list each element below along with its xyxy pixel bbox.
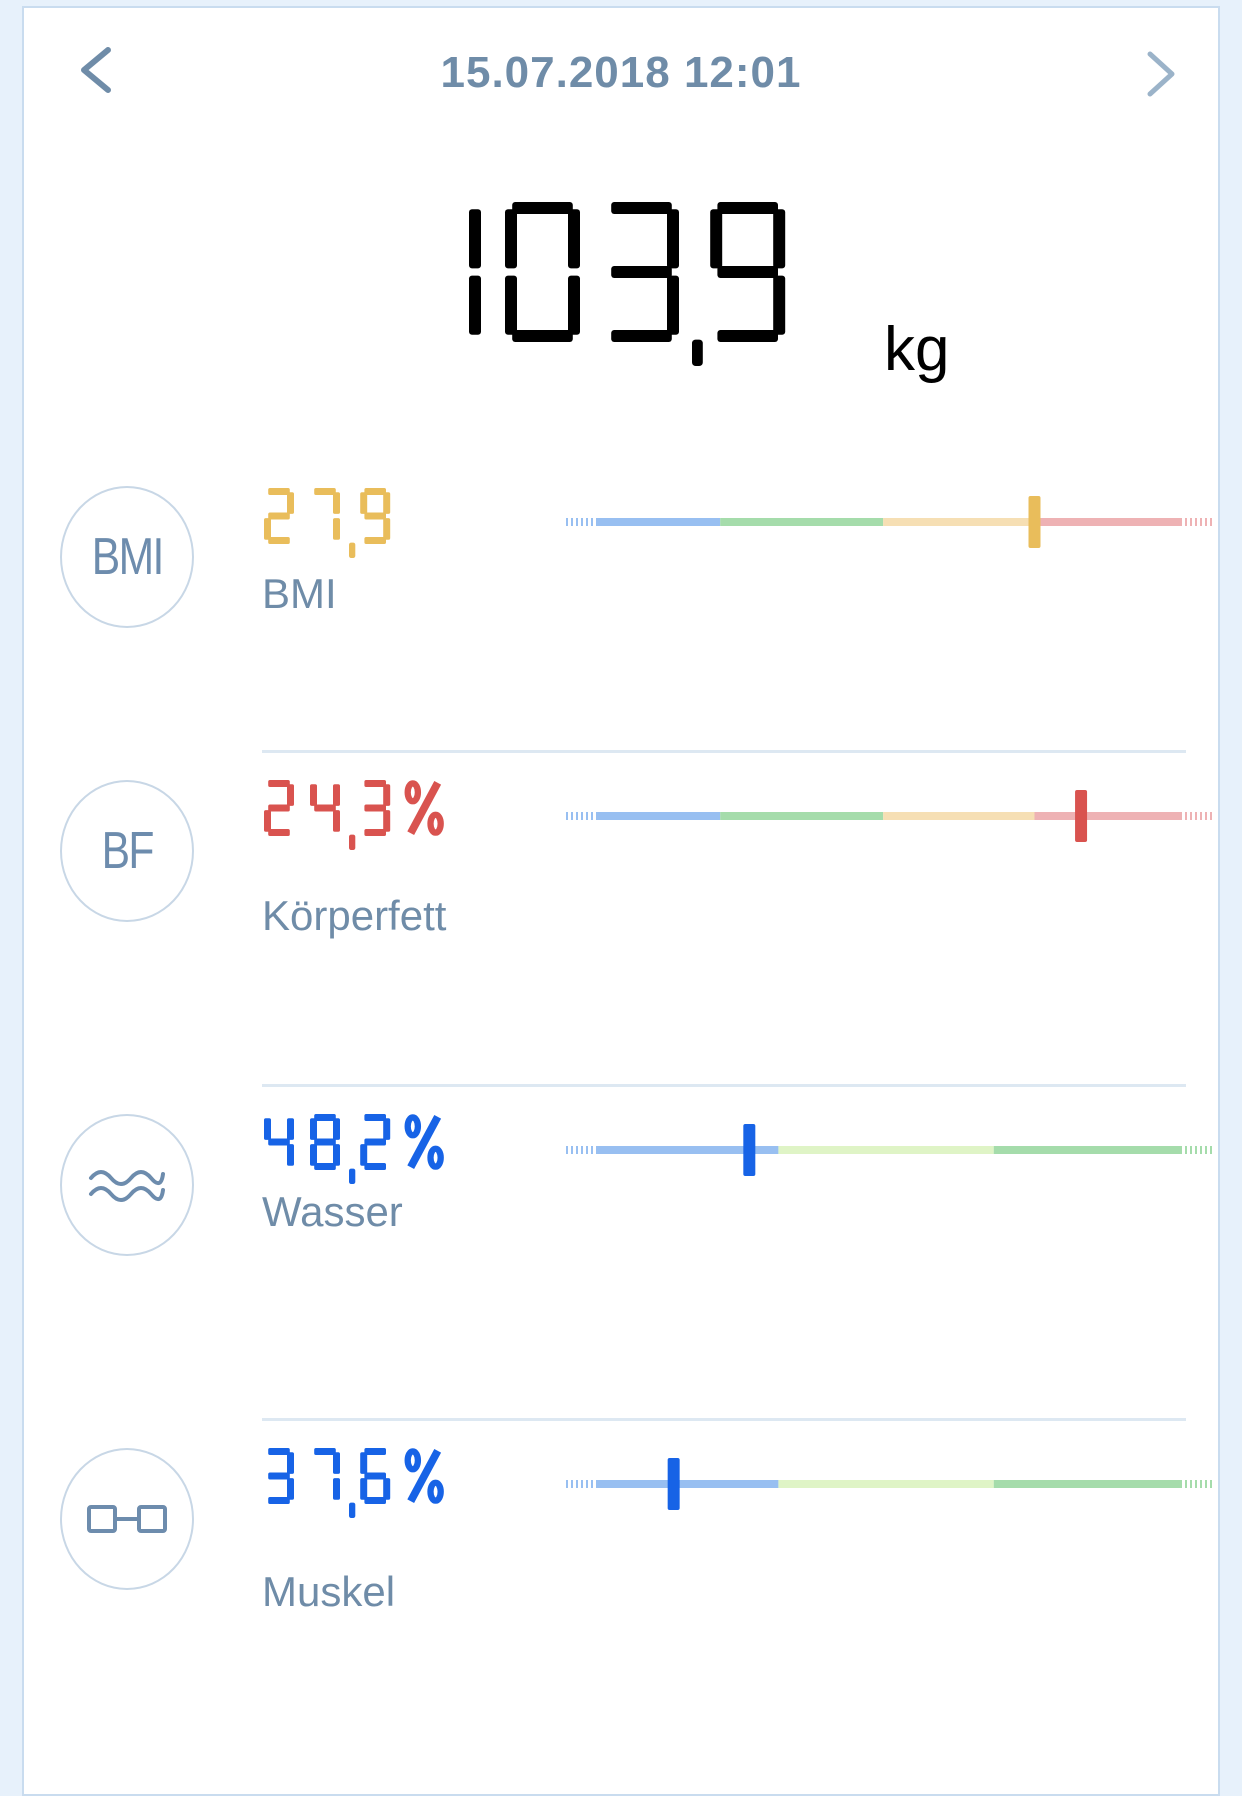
range-segment: [993, 1146, 1180, 1154]
digit: [310, 784, 340, 832]
digit: [310, 1114, 340, 1170]
bodyfat-icon-text: BF: [101, 822, 154, 880]
bodyfat-range-bar: [566, 790, 1212, 842]
range-segment: [883, 812, 1035, 820]
metric-row-muscle[interactable]: Muskel: [24, 1440, 1218, 1740]
digit: [710, 202, 786, 342]
percent-sign: [404, 780, 444, 836]
weight-unit: kg: [884, 315, 950, 384]
bmi-range-bar: [566, 496, 1212, 548]
water-range-bar: [566, 1124, 1212, 1176]
digit: [364, 780, 391, 836]
range-segment: [993, 1480, 1180, 1488]
measurement-card: 15.07.2018 12:01 kg BMI BMI BF Körperfet…: [22, 6, 1220, 1796]
bmi-icon-text: BMI: [91, 528, 165, 586]
range-marker: [1075, 790, 1088, 842]
muscle-label: Muskel: [262, 1568, 396, 1615]
chevron-right-icon: [1147, 51, 1175, 97]
water-wave-icon: [89, 1170, 165, 1202]
decimal-comma: [692, 339, 703, 366]
range-segment: [778, 1480, 994, 1488]
digit: [360, 1114, 391, 1170]
range-segment: [720, 518, 884, 526]
digit: [264, 1118, 294, 1166]
percent-sign: [404, 1114, 444, 1170]
range-segment: [720, 812, 884, 820]
digit: [469, 209, 481, 335]
metric-row-bodyfat[interactable]: BF Körperfett: [24, 772, 1218, 1072]
range-segment: [1034, 812, 1180, 820]
bmi-icon: BMI: [60, 486, 194, 628]
percent-sign: [404, 1448, 444, 1504]
decimal-comma: [349, 1502, 356, 1518]
water-value: [264, 1114, 444, 1184]
measurement-datetime: 15.07.2018 12:01: [440, 48, 802, 97]
digit: [611, 202, 679, 342]
digit: [314, 1448, 340, 1500]
metric-row-water[interactable]: Wasser: [24, 1106, 1218, 1406]
bodyfat-value: [264, 780, 444, 850]
divider: [262, 750, 1186, 753]
divider: [262, 1084, 1186, 1087]
digit: [268, 1448, 294, 1504]
digit: [264, 488, 294, 544]
range-segment: [1034, 518, 1180, 526]
range-segment: [598, 518, 721, 526]
range-segment: [883, 518, 1035, 526]
decimal-comma: [349, 834, 356, 850]
bmi-label: BMI: [262, 570, 337, 617]
digit: [360, 488, 391, 544]
digit: [264, 780, 294, 836]
range-segment: [598, 812, 721, 820]
range-segment: [598, 1480, 779, 1488]
range-marker: [667, 1458, 680, 1510]
range-segment: [778, 1146, 994, 1154]
muscle-value: [268, 1448, 444, 1518]
bodyfat-label: Körperfett: [262, 892, 447, 939]
divider: [262, 1418, 1186, 1421]
range-marker: [1028, 496, 1041, 548]
range-marker: [743, 1124, 756, 1176]
water-label: Wasser: [262, 1188, 403, 1235]
dumbbell-icon: [87, 1505, 167, 1533]
bmi-value: [264, 488, 391, 558]
decimal-comma: [349, 1168, 356, 1184]
digit: [505, 202, 580, 342]
digit: [360, 1448, 391, 1504]
next-button[interactable]: [1132, 38, 1192, 118]
water-icon: [60, 1114, 194, 1256]
bodyfat-icon: BF: [60, 780, 194, 922]
muscle-icon: [60, 1448, 194, 1590]
metric-row-bmi[interactable]: BMI BMI: [24, 478, 1218, 778]
decimal-comma: [349, 542, 356, 558]
digit: [314, 488, 340, 540]
muscle-range-bar: [566, 1458, 1212, 1510]
